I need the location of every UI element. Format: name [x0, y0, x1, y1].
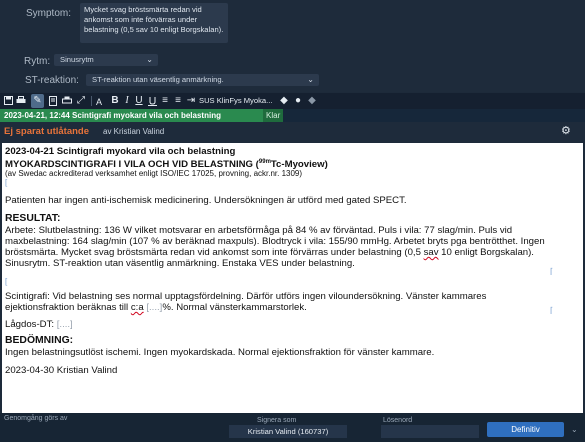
paragraph-marker: [ — [5, 178, 8, 187]
result-text-line: bröstsmärta. Mycket svag bröstsmärta red… — [5, 247, 534, 258]
ef-field: [....] — [146, 302, 163, 313]
tab-status-badge: Klar — [263, 109, 284, 122]
document-tab-bar: 2023-04-21, 12:44 Scintigrafi myokard vi… — [0, 109, 585, 122]
paragraph-end-marker: ⌈ — [550, 267, 554, 276]
password-label: Lösenord — [383, 417, 413, 424]
tab-document[interactable]: 2023-04-21, 12:44 Scintigrafi myokard vi… — [0, 109, 263, 122]
medication-note: Patienten har ingen anti-ischemisk medic… — [5, 195, 407, 206]
report-editor[interactable]: 2023-04-21 Scintigrafi myokard vila och … — [2, 143, 583, 413]
st-reaction-select[interactable]: ST-reaktion utan väsentlig anmärkning. ⌄ — [86, 74, 319, 86]
definitive-button[interactable]: Definitiv — [487, 422, 564, 437]
svg-text:A: A — [96, 97, 102, 106]
review-label: Genomgång görs av — [4, 415, 68, 422]
findings-form: Symptom: Mycket svag bröstsmärta redan v… — [0, 0, 585, 92]
symptom-textarea[interactable]: Mycket svag bröstsmärta redan vid ankoms… — [80, 3, 228, 43]
result-text-line: Arbete: Slutbelastning: 136 W vilket mot… — [5, 225, 513, 236]
paragraph-end-marker: ⌈ — [550, 306, 554, 315]
st-reaction-label: ST-reaktion: — [25, 75, 79, 86]
font-size-icon[interactable]: A — [96, 94, 106, 108]
chevron-down-icon: ⌄ — [146, 55, 153, 64]
assessment-heading: BEDÖMNING: — [5, 335, 74, 346]
save-icon[interactable] — [3, 94, 13, 108]
signature-line: 2023-04-30 Kristian Valind — [5, 365, 118, 376]
rytm-select[interactable]: Sinusrytm ⌄ — [54, 54, 158, 66]
edit-pen-icon[interactable]: ✎ — [31, 94, 44, 108]
phrase-select[interactable]: SUS KlinFys Myoka... ▾ — [199, 94, 275, 119]
toolbar-divider — [91, 96, 92, 106]
print-icon[interactable] — [16, 94, 26, 108]
bold-button[interactable]: B — [110, 94, 120, 108]
password-input[interactable] — [381, 425, 479, 438]
editor-toolbar: ✎ ⤢ A B I U ≡ ≡ ⇥ SUS KlinFys Myoka... ▾… — [0, 93, 585, 119]
italic-button[interactable]: I — [123, 94, 131, 108]
diamond-outline-icon[interactable]: ◆ — [307, 94, 317, 108]
settings-sort-icon[interactable]: ⚙ — [561, 124, 571, 137]
unsaved-report-label: Ej sparat utlåtande — [4, 126, 89, 137]
scintigraphy-text-line: ejektionsfraktion beräknas till c:a [...… — [5, 302, 307, 313]
indent-icon[interactable]: ⇥ — [186, 94, 196, 108]
symptom-label: Symptom: — [26, 8, 72, 19]
document-icon[interactable] — [48, 94, 58, 108]
numbered-list-icon[interactable]: ≡ — [173, 94, 183, 108]
strikethrough-icon[interactable] — [147, 94, 157, 108]
tab-title: 2023-04-21, 12:44 Scintigrafi myokard vi… — [4, 111, 221, 120]
sign-as-field[interactable]: Kristian Valind (160737) — [229, 425, 347, 438]
chevron-down-icon[interactable]: ⌄ — [571, 425, 578, 434]
accreditation-note: (av Swedac ackrediterad verksamhet enlig… — [5, 169, 303, 178]
paragraph-marker: [ — [5, 277, 8, 286]
result-text-line: maxbelastning: 164 slag/min (107 % av be… — [5, 236, 545, 247]
rytm-value: Sinusrytm — [60, 55, 94, 64]
result-text-line: Sinusrytm. ST-reaktion utan väsentlig an… — [5, 258, 355, 269]
low-dose-ct-field: [....] — [56, 319, 73, 330]
phrase-select-value: SUS KlinFys Myoka... — [199, 96, 273, 105]
st-reaction-value: ST-reaktion utan väsentlig anmärkning. — [92, 75, 224, 84]
printer-icon[interactable] — [62, 94, 72, 108]
bullet-list-icon[interactable]: ≡ — [160, 94, 170, 108]
report-author: av Kristian Valind — [103, 127, 165, 136]
assessment-text: Ingen belastningsutlöst ischemi. Ingen m… — [5, 347, 435, 358]
expand-icon[interactable]: ⤢ — [76, 94, 86, 108]
report-title: 2023-04-21 Scintigrafi myokard vila och … — [5, 146, 236, 157]
rytm-label: Rytm: — [24, 56, 51, 67]
circle-icon[interactable]: ● — [293, 94, 303, 108]
report-status-row: Ej sparat utlåtande av Kristian Valind ⚙ — [0, 122, 585, 142]
result-heading: RESULTAT: — [5, 213, 61, 224]
sign-as-label: Signera som — [257, 417, 297, 424]
low-dose-ct-line: Lågdos-DT: [....] — [5, 319, 73, 330]
underline-button[interactable]: U — [134, 94, 144, 108]
scintigraphy-text-line: Scintigrafi: Vid belastning ses normal u… — [5, 291, 487, 302]
chevron-down-icon: ⌄ — [307, 75, 314, 84]
diamond-icon[interactable]: ◆ — [279, 94, 289, 108]
